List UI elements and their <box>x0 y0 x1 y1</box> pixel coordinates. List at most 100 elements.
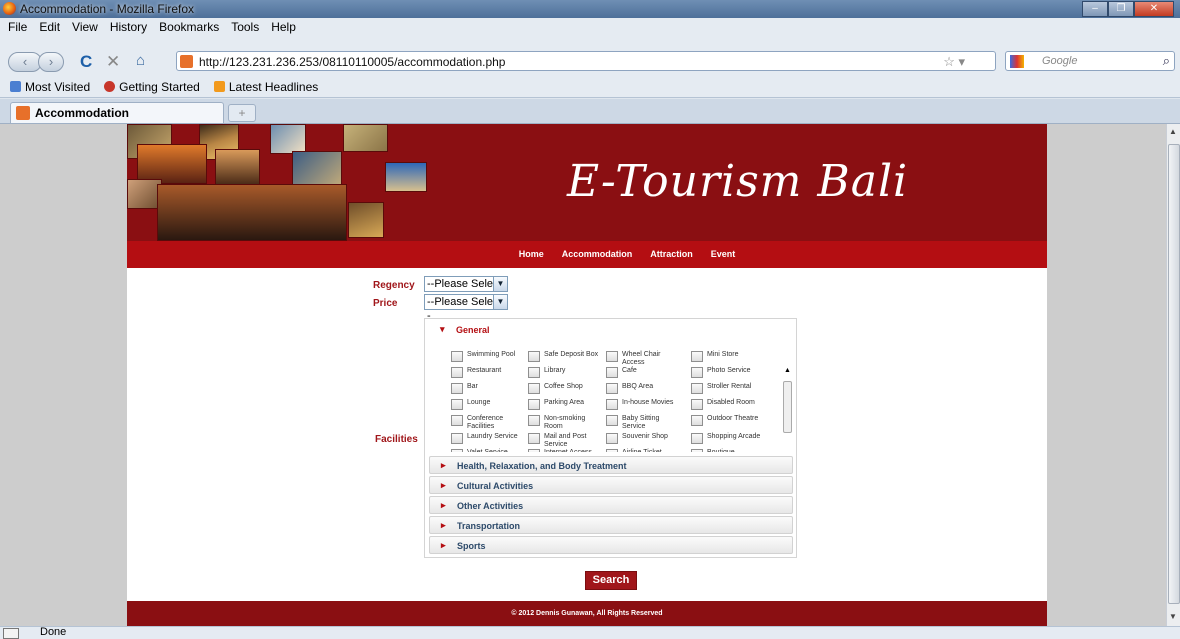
facility-checkbox-item[interactable]: Library <box>528 367 604 378</box>
home-icon[interactable]: ⌂ <box>136 52 145 69</box>
facility-checkbox-item[interactable]: In-house Movies <box>606 399 682 410</box>
checkbox[interactable] <box>451 433 463 444</box>
checkbox[interactable] <box>451 351 463 362</box>
facility-checkbox-item[interactable]: Souvenir Shop <box>606 433 682 444</box>
minimize-button[interactable]: – <box>1082 1 1108 17</box>
new-tab-button[interactable]: + <box>228 104 256 122</box>
checkbox[interactable] <box>606 367 618 378</box>
facility-checkbox-item[interactable]: Coffee Shop <box>528 383 604 394</box>
facility-checkbox-item[interactable]: Shopping Arcade <box>691 433 761 444</box>
accordion-transportation-header[interactable]: ▸ Transportation <box>429 516 793 534</box>
menu-edit[interactable]: Edit <box>39 20 60 34</box>
bookmark-star-icon[interactable]: ☆ ▾ <box>943 54 965 70</box>
regency-select[interactable]: --Please Select-- ▼ <box>424 276 508 304</box>
nav-event-link[interactable]: Event <box>711 249 736 268</box>
menu-file[interactable]: File <box>8 20 27 34</box>
facility-checkbox-item[interactable]: Non-smoking Room <box>528 415 604 431</box>
checkbox[interactable] <box>451 415 463 426</box>
checkbox[interactable] <box>691 351 703 362</box>
facility-checkbox-item[interactable]: Restaurant <box>451 367 527 378</box>
checkbox[interactable] <box>691 433 703 444</box>
search-icon[interactable]: ⌕ <box>1163 53 1170 69</box>
checkbox[interactable] <box>451 383 463 394</box>
addon-bar-icon[interactable] <box>3 628 19 639</box>
facility-checkbox-item[interactable]: Internet Access <box>528 449 604 452</box>
facility-checkbox-item[interactable]: BBQ Area <box>606 383 682 394</box>
back-icon[interactable]: ‹ <box>8 52 42 72</box>
checkbox[interactable] <box>451 449 463 452</box>
facility-checkbox-item[interactable]: Outdoor Theatre <box>691 415 761 426</box>
facility-checkbox-item[interactable]: Parking Area <box>528 399 604 410</box>
checkbox[interactable] <box>691 383 703 394</box>
facility-checkbox-item[interactable]: Bar <box>451 383 527 394</box>
facility-checkbox-item[interactable]: Baby Sitting Service <box>606 415 682 431</box>
facility-checkbox-item[interactable]: Stroller Rental <box>691 383 761 394</box>
facility-checkbox-item[interactable]: Conference Facilities <box>451 415 527 431</box>
accordion-health-header[interactable]: ▸ Health, Relaxation, and Body Treatment <box>429 456 793 474</box>
checkbox[interactable] <box>528 449 540 452</box>
accordion-general-header[interactable]: ▾ General <box>429 321 793 339</box>
checkbox[interactable] <box>528 351 540 362</box>
nav-accommodation-link[interactable]: Accommodation <box>562 249 633 268</box>
menu-bookmarks[interactable]: Bookmarks <box>159 20 219 34</box>
facility-checkbox-item[interactable]: Airline Ticket <box>606 449 682 452</box>
menu-help[interactable]: Help <box>271 20 296 34</box>
bookmark-latest-headlines[interactable]: Latest Headlines <box>213 79 318 94</box>
scroll-up-icon[interactable]: ▲ <box>1169 127 1177 136</box>
menu-tools[interactable]: Tools <box>231 20 259 34</box>
checkbox[interactable] <box>691 415 703 426</box>
checkbox[interactable] <box>606 383 618 394</box>
tab-accommodation[interactable]: Accommodation <box>10 102 224 123</box>
facility-checkbox-item[interactable]: Laundry Service <box>451 433 527 444</box>
search-input[interactable]: Google ⌕ <box>1005 51 1175 71</box>
facility-checkbox-item[interactable]: Boutique <box>691 449 761 452</box>
nav-home-link[interactable]: Home <box>519 249 544 268</box>
panel-scrollbar-thumb[interactable] <box>783 381 792 433</box>
maximize-button[interactable]: ❐ <box>1108 1 1134 17</box>
checkbox[interactable] <box>606 351 618 362</box>
search-button[interactable]: Search <box>585 571 637 590</box>
accordion-other-header[interactable]: ▸ Other Activities <box>429 496 793 514</box>
accordion-cultural-header[interactable]: ▸ Cultural Activities <box>429 476 793 494</box>
forward-icon[interactable]: › <box>38 52 64 72</box>
close-button[interactable]: ✕ <box>1134 1 1174 17</box>
stop-icon[interactable]: ✕ <box>106 52 120 72</box>
checkbox[interactable] <box>528 433 540 444</box>
checkbox[interactable] <box>606 449 618 452</box>
facility-checkbox-item[interactable]: Wheel Chair Access <box>606 351 682 367</box>
bookmark-getting-started[interactable]: Getting Started <box>104 79 200 94</box>
checkbox[interactable] <box>691 367 703 378</box>
price-select[interactable]: --Please Select-- ▼ <box>424 294 508 322</box>
page-scrollbar[interactable]: ▲ ▼ <box>1166 124 1180 626</box>
facility-checkbox-item[interactable]: Lounge <box>451 399 527 410</box>
facility-checkbox-item[interactable]: Mini Store <box>691 351 761 362</box>
checkbox[interactable] <box>606 415 618 426</box>
panel-scrollbar[interactable]: ▲ ▼ <box>782 367 793 452</box>
checkbox[interactable] <box>451 399 463 410</box>
checkbox[interactable] <box>528 367 540 378</box>
checkbox[interactable] <box>528 415 540 426</box>
facility-checkbox-item[interactable]: Mail and Post Service <box>528 433 604 449</box>
facility-checkbox-item[interactable]: Swimming Pool <box>451 351 527 362</box>
checkbox[interactable] <box>451 367 463 378</box>
facility-checkbox-item[interactable]: Safe Deposit Box <box>528 351 604 362</box>
accordion-sports-header[interactable]: ▸ Sports <box>429 536 793 554</box>
checkbox[interactable] <box>606 433 618 444</box>
bookmark-most-visited[interactable]: Most Visited <box>10 79 90 94</box>
facility-checkbox-item[interactable]: Photo Service <box>691 367 761 378</box>
facility-checkbox-item[interactable]: Valet Service <box>451 449 527 452</box>
checkbox[interactable] <box>691 399 703 410</box>
reload-icon[interactable]: C <box>80 52 92 72</box>
scroll-down-icon[interactable]: ▼ <box>1169 612 1177 621</box>
checkbox[interactable] <box>528 383 540 394</box>
checkbox[interactable] <box>606 399 618 410</box>
checkbox[interactable] <box>528 399 540 410</box>
facility-checkbox-item[interactable]: Disabled Room <box>691 399 761 410</box>
menu-history[interactable]: History <box>110 20 147 34</box>
menu-view[interactable]: View <box>72 20 98 34</box>
page-scrollbar-thumb[interactable] <box>1168 144 1180 604</box>
nav-attraction-link[interactable]: Attraction <box>650 249 693 268</box>
facility-checkbox-item[interactable]: Cafe <box>606 367 682 378</box>
url-input[interactable]: http://123.231.236.253/08110110005/accom… <box>176 51 996 71</box>
checkbox[interactable] <box>691 449 703 452</box>
